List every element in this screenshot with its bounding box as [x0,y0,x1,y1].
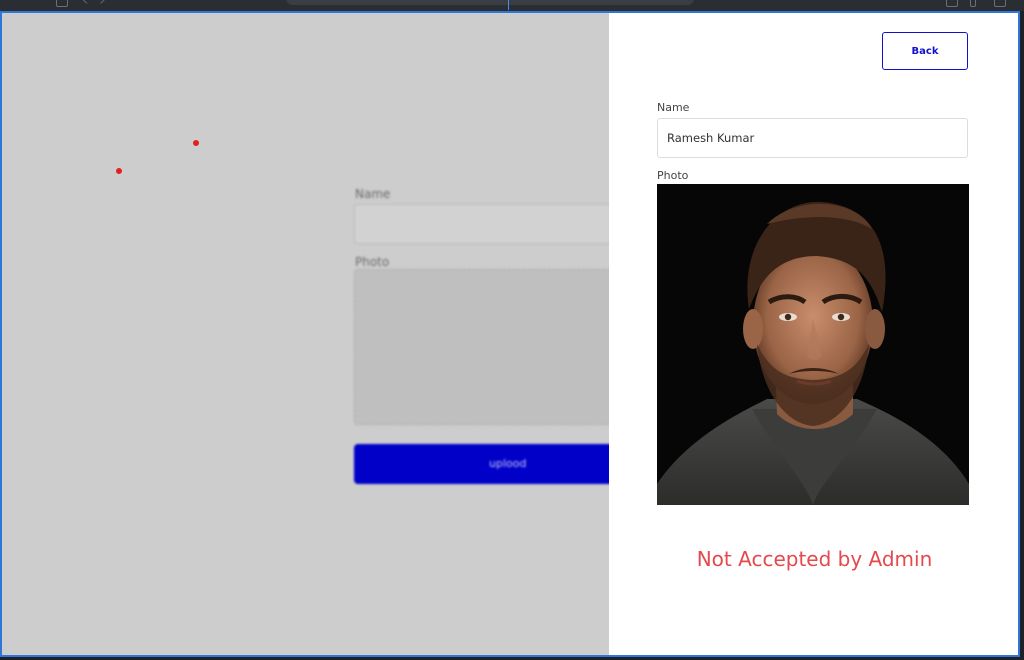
bg-photo-label: Photo [355,255,390,269]
address-bar-caret [508,0,509,10]
background-upload-form: Name Photo uplood [2,13,609,655]
name-field[interactable] [657,118,968,158]
bg-photo-dropzone [354,269,609,425]
tabs-overview-icon[interactable] [994,0,1006,7]
browser-toolbar [0,0,1024,11]
background-overlay[interactable]: Name Photo uplood [2,13,609,655]
bg-upload-button: uplood [354,444,609,484]
sidebar-toggle-icon[interactable] [56,0,68,7]
portrait-image [657,184,969,505]
name-label: Name [657,101,690,114]
detail-panel: Back Name Photo [609,13,1018,655]
bg-name-label: Name [355,187,391,201]
profile-photo [657,184,969,505]
add-tab-icon[interactable] [970,0,976,7]
back-arrow-icon[interactable] [81,0,94,5]
red-marker-dot [193,140,199,146]
page-viewport: Name Photo uplood Back Name Photo [0,11,1020,657]
address-bar[interactable] [286,0,694,5]
back-button[interactable]: Back [882,32,968,70]
photo-label: Photo [657,169,689,182]
bg-name-input [354,204,609,244]
red-marker-dot [116,168,122,174]
share-icon[interactable] [946,0,958,7]
forward-arrow-icon[interactable] [95,0,108,5]
status-message: Not Accepted by Admin [696,547,933,571]
